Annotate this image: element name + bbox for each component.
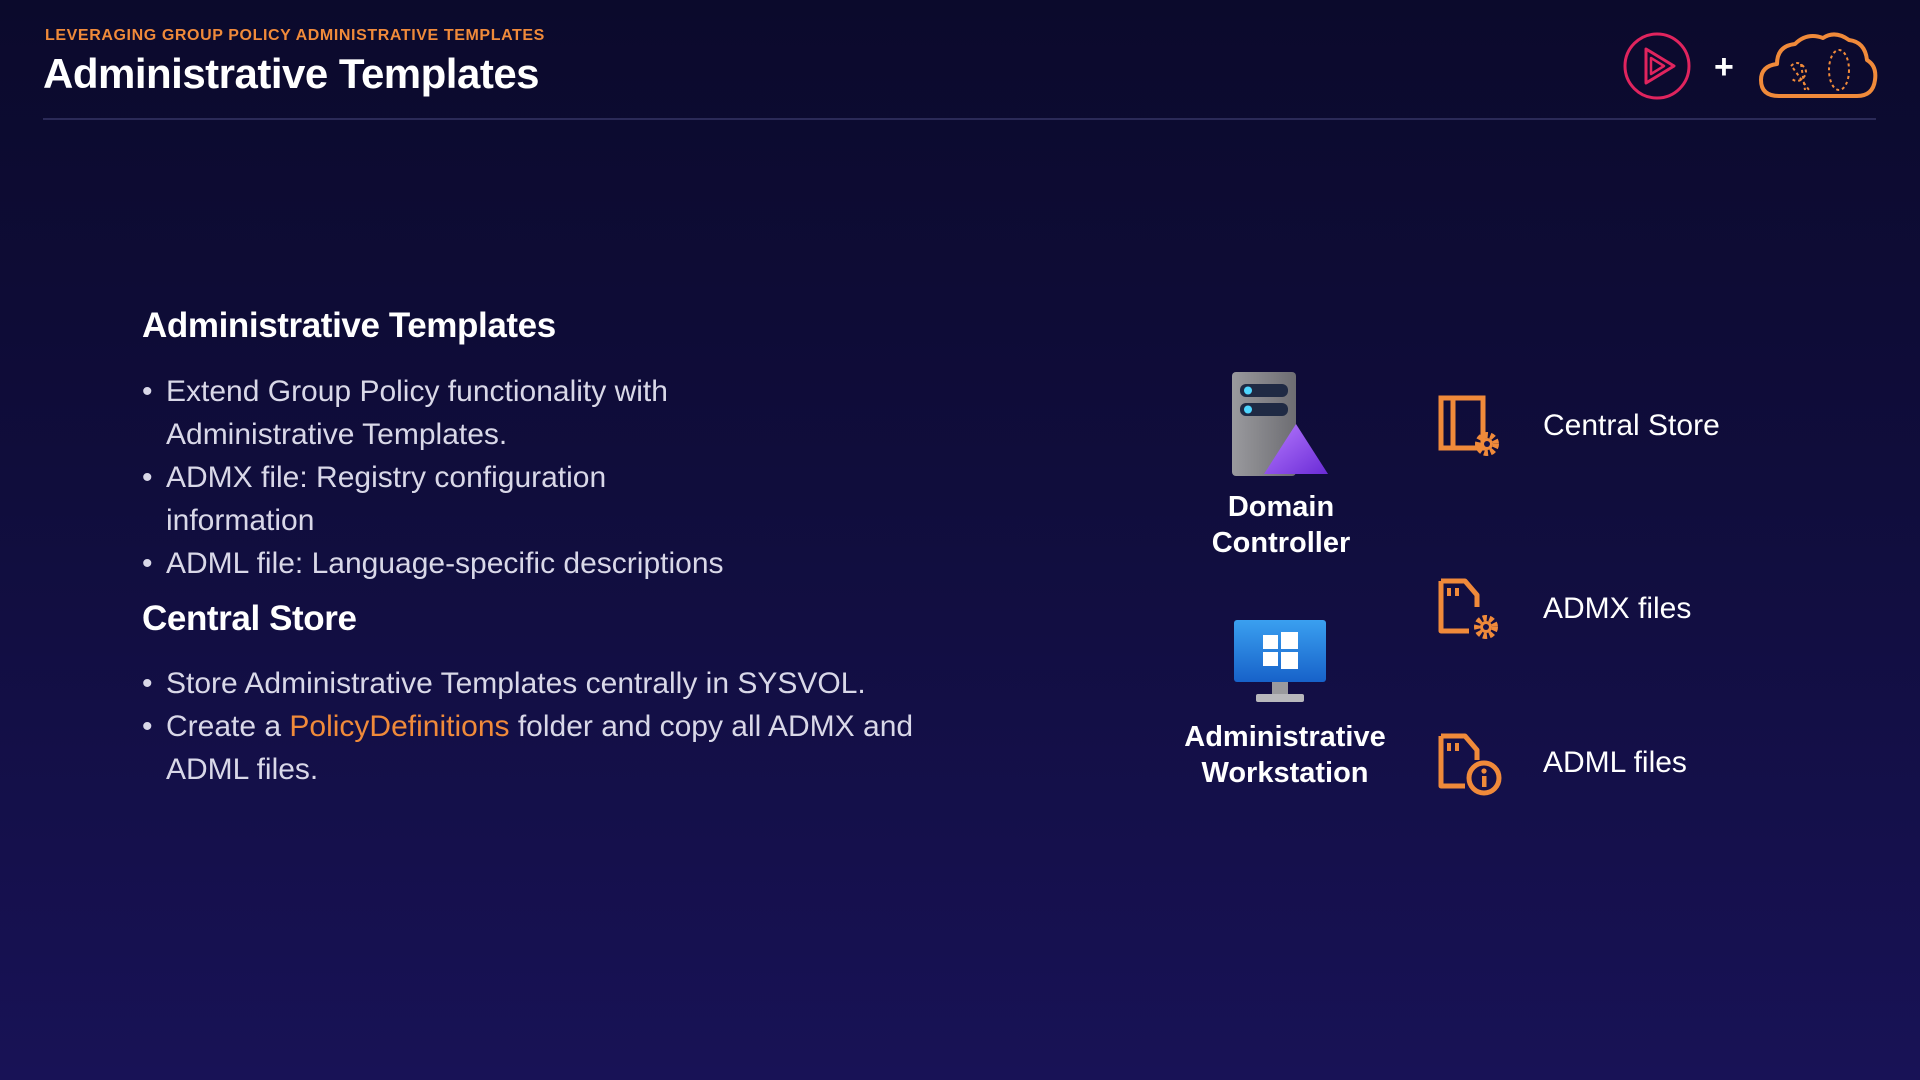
plus-icon: +: [1714, 48, 1734, 86]
server-icon: [1232, 372, 1328, 476]
file-info-icon: [1438, 733, 1502, 796]
page-title: Administrative Templates: [43, 50, 540, 97]
admin-templates-bullets: Extend Group Policy functionality with A…: [142, 370, 762, 585]
central-store-bullets: Store Administrative Templates centrally…: [142, 662, 922, 791]
folder-gear-icon: [1438, 395, 1499, 456]
adml-files-label: ADML files: [1543, 746, 1687, 779]
cloud-logo-icon: [1759, 32, 1878, 98]
domain-controller-label: Domain Controller: [1211, 491, 1351, 559]
list-item: Store Administrative Templates centrally…: [142, 662, 922, 705]
header-divider: [43, 118, 1876, 120]
policy-definitions-highlight: PolicyDefinitions: [289, 710, 510, 743]
windows-monitor-icon: [1234, 620, 1326, 702]
admx-files-label: ADMX files: [1543, 592, 1692, 625]
list-item: ADML file: Language-specific description…: [142, 542, 762, 585]
bullet-text-prefix: Create a: [166, 710, 290, 743]
list-item: Create a PolicyDefinitions folder and co…: [142, 705, 922, 791]
admin-templates-heading: Administrative Templates: [142, 306, 556, 345]
pluralsight-play-icon: [1623, 32, 1691, 100]
file-gear-icon: [1438, 578, 1498, 639]
list-item: Extend Group Policy functionality with A…: [142, 370, 762, 456]
central-store-heading: Central Store: [142, 599, 357, 638]
central-store-label: Central Store: [1543, 409, 1720, 442]
workstation-label: Administrative Workstation: [1184, 721, 1386, 789]
list-item: ADMX file: Registry configuration inform…: [142, 456, 762, 542]
section-kicker: LEVERAGING GROUP POLICY ADMINISTRATIVE T…: [45, 27, 545, 44]
